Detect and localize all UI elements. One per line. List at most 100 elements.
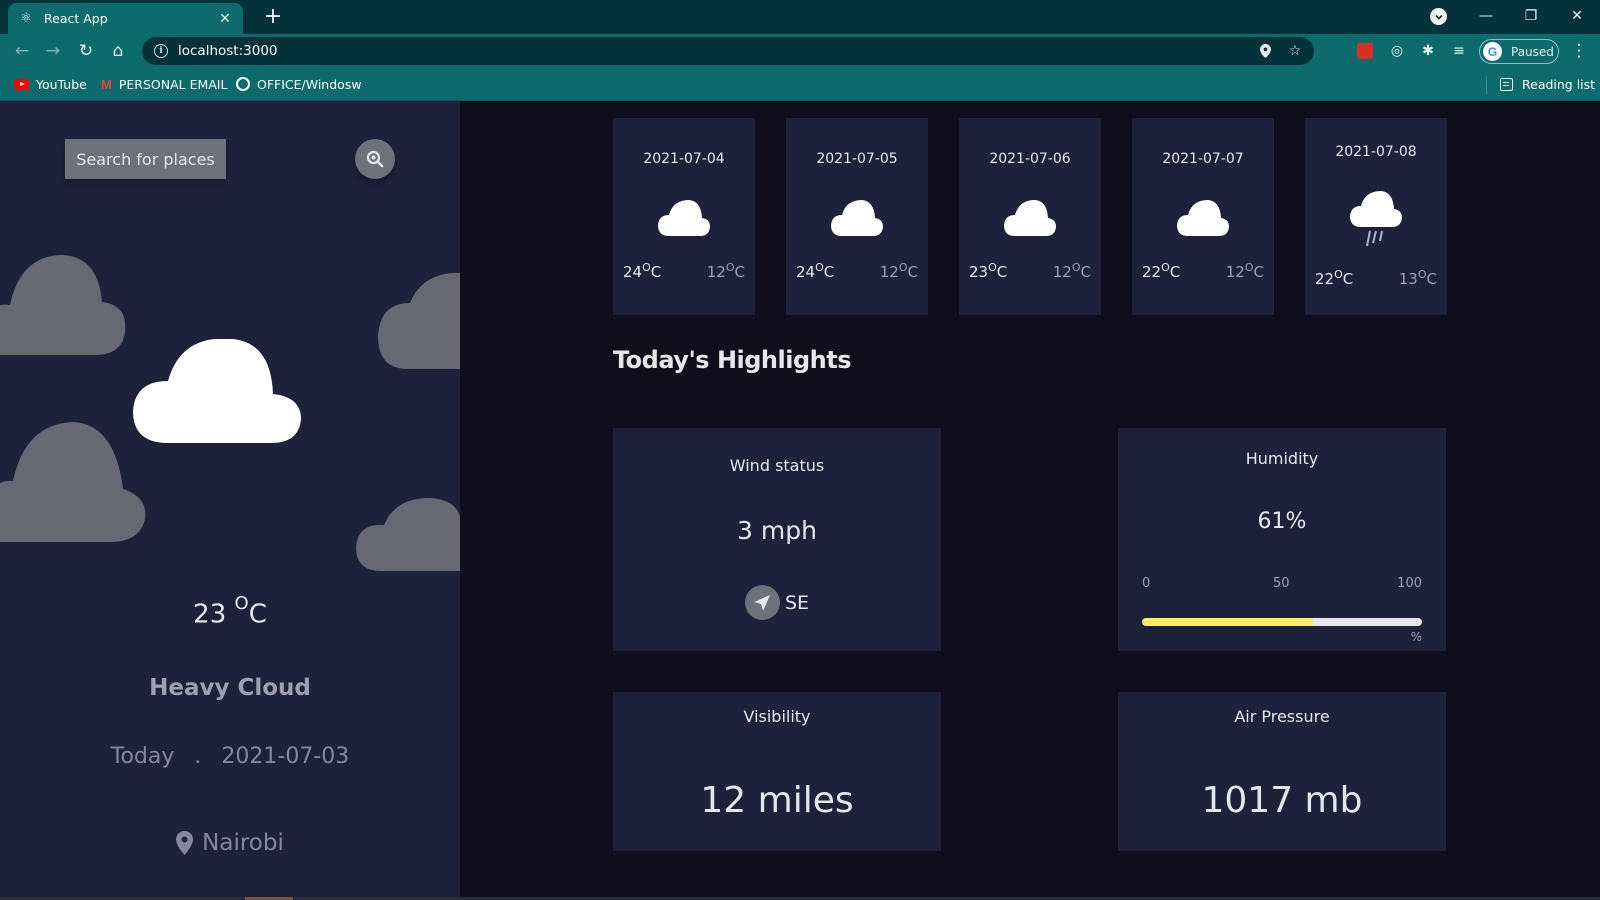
close-tab-icon[interactable]: ✕ (217, 11, 233, 27)
extension-target-icon[interactable]: ◎ (1387, 41, 1407, 61)
forecast-date: 2021-07-04 (643, 151, 725, 167)
forward-button[interactable]: → (41, 39, 65, 63)
home-button[interactable]: ⌂ (106, 39, 130, 63)
site-info-icon[interactable]: i (154, 44, 168, 58)
forecast-card: 2021-07-06 23OC 12OC (959, 118, 1101, 315)
humidity-value: 61% (1257, 509, 1307, 534)
background-cloud-icon (0, 255, 126, 355)
forecast-min-temp: 13OC (1398, 268, 1437, 288)
humidity-bar (1142, 618, 1422, 626)
profile-status: Paused (1511, 44, 1554, 59)
forecast-date: 2021-07-07 (1162, 151, 1244, 167)
wind-label: Wind status (729, 456, 825, 475)
back-button[interactable]: ← (10, 39, 34, 63)
reading-list-icon (1500, 77, 1513, 91)
background-cloud-icon (356, 497, 460, 571)
reading-list-label: Reading list (1522, 76, 1596, 92)
cloud-icon (1177, 200, 1229, 236)
air-pressure-value: 1017 mb (1201, 780, 1363, 821)
search-places-button[interactable]: Search for places (65, 139, 226, 179)
bookmark-office[interactable]: OFFICE/Windosw (236, 74, 362, 94)
forecast-max-temp: 24OC (796, 261, 835, 281)
forecast-card: 2021-07-07 22OC 12OC (1132, 118, 1274, 315)
youtube-icon (14, 78, 29, 90)
background-cloud-icon (0, 422, 146, 542)
date-separator: . (194, 744, 202, 769)
forecast-card: 2021-07-08 22OC 13OC (1305, 118, 1447, 315)
forecast-date: 2021-07-06 (989, 151, 1071, 167)
forecast-min-temp: 12OC (1052, 261, 1091, 281)
extensions-puzzle-icon[interactable]: ✱ (1418, 41, 1438, 61)
react-logo-icon: ⚛ (20, 11, 32, 26)
bookmark-youtube[interactable]: YouTube (14, 74, 87, 94)
bookmark-label: PERSONAL EMAIL (118, 76, 228, 92)
air-pressure-label: Air Pressure (1234, 707, 1330, 726)
forecast-date: 2021-07-08 (1335, 144, 1417, 160)
forecast-min-temp: 12OC (706, 261, 745, 281)
humidity-bar-fill (1142, 618, 1313, 626)
forecast-max-temp: 23OC (969, 261, 1008, 281)
location: Nairobi (0, 830, 460, 856)
bookmark-label: OFFICE/Windosw (257, 76, 362, 92)
reload-button[interactable]: ↻ (74, 39, 98, 63)
tab-search-button[interactable] (1430, 8, 1447, 25)
day-label: Today (110, 744, 175, 769)
air-pressure-card: Air Pressure 1017 mb (1118, 692, 1446, 851)
google-avatar-icon: G (1483, 42, 1502, 61)
close-window-button[interactable]: ✕ (1554, 0, 1600, 32)
reading-list-button[interactable]: Reading list (1500, 74, 1595, 94)
minimize-button[interactable]: — (1463, 0, 1509, 32)
url-text[interactable]: localhost:3000 (178, 43, 1254, 59)
current-location-button[interactable] (355, 139, 395, 179)
location-search-icon (366, 150, 384, 168)
tab-title: React App (44, 11, 108, 26)
temperature-scale: C (248, 599, 267, 630)
visibility-card: Visibility 12 miles (613, 692, 941, 851)
bookmark-star-icon[interactable]: ☆ (1284, 40, 1306, 62)
navigation-arrow-icon (744, 585, 780, 620)
profile-button[interactable]: G Paused (1479, 39, 1559, 64)
browser-tab-strip: ⚛ React App ✕ + — ❐ ✕ (0, 0, 1600, 34)
current-date: Today. 2021-07-03 (0, 744, 460, 769)
location-name: Nairobi (202, 830, 284, 856)
bookmark-label: YouTube (36, 76, 87, 92)
address-bar[interactable]: i localhost:3000 ☆ (142, 37, 1314, 65)
gmail-icon: M (101, 76, 112, 92)
media-queue-icon[interactable]: ≡ (1449, 41, 1469, 61)
location-pin-icon (176, 831, 194, 855)
restore-button[interactable]: ❐ (1508, 0, 1554, 32)
browser-tab[interactable]: ⚛ React App ✕ (8, 3, 243, 34)
globe-icon (236, 77, 250, 91)
forecast-max-temp: 24OC (623, 261, 662, 281)
new-tab-button[interactable]: + (260, 5, 286, 29)
humidity-scale-min: 0 (1142, 576, 1151, 591)
humidity-label: Humidity (1245, 449, 1319, 468)
bookmark-personal-email[interactable]: M PERSONAL EMAIL (101, 74, 227, 94)
wind-value: 3 mph (737, 516, 817, 545)
bookmarks-bar: YouTube M PERSONAL EMAIL OFFICE/Windosw … (0, 68, 1600, 101)
heavy-cloud-icon (133, 339, 301, 443)
cloud-icon (658, 200, 710, 236)
forecast-card: 2021-07-04 24OC 12OC (613, 118, 755, 315)
forecast-date: 2021-07-05 (816, 151, 898, 167)
main-panel: 2021-07-04 24OC 12OC 2021-07-05 24OC 12O… (460, 101, 1600, 900)
wind-direction: SE (613, 585, 941, 620)
weather-sidebar: Search for places 23 OC Heavy Cloud Toda… (0, 101, 460, 900)
humidity-card: Humidity 61% 0 50 100 % (1118, 428, 1446, 651)
location-pin-icon[interactable] (1254, 40, 1276, 62)
background-cloud-icon (378, 272, 460, 369)
degree-symbol: O (234, 593, 249, 614)
browser-toolbar: ← → ↻ ⌂ i localhost:3000 ☆ ◎ ✱ ≡ G Pause… (0, 34, 1600, 68)
forecast-card: 2021-07-05 24OC 12OC (786, 118, 928, 315)
temperature-value: 23 (193, 599, 235, 630)
extension-red-icon[interactable] (1355, 41, 1375, 61)
cloud-icon (1004, 200, 1056, 236)
forecast-max-temp: 22OC (1142, 261, 1181, 281)
forecast-min-temp: 12OC (1225, 261, 1264, 281)
humidity-scale-mid: 50 (1273, 576, 1290, 591)
visibility-label: Visibility (743, 707, 811, 726)
date-value: 2021-07-03 (221, 744, 350, 769)
chevron-down-icon (1434, 14, 1443, 20)
browser-menu-icon[interactable]: ⋮ (1570, 41, 1588, 61)
current-temperature: 23 OC (0, 593, 460, 630)
